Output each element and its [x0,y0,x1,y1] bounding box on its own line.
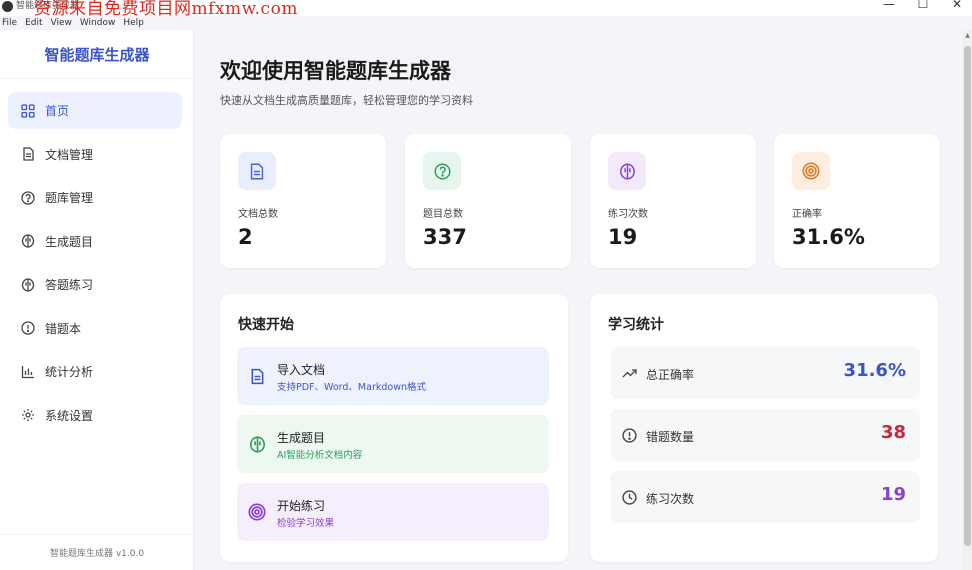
gear-icon [20,407,36,423]
divider [0,534,194,535]
panel-title: 学习统计 [608,317,664,333]
maximize-button[interactable]: ☐ [916,0,930,11]
sidebar-item-question-bank[interactable]: 题库管理 [8,179,182,216]
target-icon [792,152,830,190]
learning-stat-value: 31.6% [843,360,906,381]
sidebar-item-label: 答题练习 [45,278,94,292]
scroll-up-arrow-icon[interactable]: ▲ [963,32,972,39]
menu-edit[interactable]: Edit [25,16,42,30]
quick-start-title: 生成题目 [277,431,326,445]
version-label: 智能题库生成器 v1.0.0 [49,549,145,559]
main-content: 欢迎使用智能题库生成器 快速从文档生成高质量题库，轻松管理您的学习资料 文档总数… [195,30,972,570]
sidebar-item-home[interactable]: 首页 [8,92,182,129]
quick-start-desc: AI智能分析文档内容 [277,450,363,461]
sidebar-item-documents[interactable]: 文档管理 [8,136,182,173]
learning-stat-label: 错题数量 [646,430,695,444]
stat-card-questions: 题目总数 337 [405,134,571,268]
target-icon [247,502,267,522]
scroll-thumb[interactable] [964,46,971,546]
title-bar: 智能题库生成器 资源来自免费项目网mfxmw.com — ☐ ✕ [0,0,972,19]
trend-up-icon [620,364,638,382]
sidebar-item-label: 错题本 [45,321,82,336]
app-icon [2,1,13,12]
quick-start-import-document[interactable]: 导入文档 支持PDF、Word、Markdown格式 [237,347,549,405]
app-brand: 智能题库生成器 [44,46,150,64]
quick-start-generate-questions[interactable]: 生成题目 AI智能分析文档内容 [237,415,549,473]
stat-label: 练习次数 [608,209,648,220]
quick-start-desc: 支持PDF、Word、Markdown格式 [277,382,426,393]
menu-window[interactable]: Window [80,16,116,30]
stat-label: 正确率 [792,209,822,220]
learning-stats-panel: 学习统计 总正确率 31.6% 错题数量 38 练习次数 19 [590,294,938,562]
learning-stat-value: 38 [880,422,906,443]
alert-icon [620,426,638,444]
sidebar-item-label: 文档管理 [45,147,94,162]
quick-start-title: 导入文档 [277,363,326,377]
brain-icon [247,434,267,454]
sidebar-item-generate[interactable]: 生成题目 [8,223,182,260]
sidebar-item-wrong-answers[interactable]: 错题本 [8,310,182,347]
quick-start-panel: 快速开始 导入文档 支持PDF、Word、Markdown格式 生成题目 AI智… [220,294,568,562]
bar-chart-icon [20,364,36,380]
stat-value: 337 [423,225,467,249]
document-icon [247,366,267,386]
learning-stat-practice-count: 练习次数 19 [610,471,920,523]
question-icon [20,190,36,206]
stat-card-accuracy: 正确率 31.6% [774,134,940,268]
brain-icon [608,152,646,190]
stat-label: 文档总数 [238,209,278,220]
dashboard-icon [20,103,36,119]
page-subtitle: 快速从文档生成高质量题库，轻松管理您的学习资料 [220,94,473,107]
menu-help[interactable]: Help [123,16,144,30]
minimize-button[interactable]: — [882,0,896,11]
sidebar-nav: 首页 文档管理 题库管理 生成题目 答题练习 错题本 统计分析 系统设置 [8,92,182,440]
brain-icon [20,277,36,293]
stat-value: 19 [608,225,638,249]
sidebar-item-settings[interactable]: 系统设置 [8,397,182,434]
menu-file[interactable]: File [2,16,17,30]
sidebar-item-label: 题库管理 [45,191,94,205]
sidebar-item-label: 统计分析 [45,365,94,379]
sidebar-item-label: 生成题目 [45,234,94,249]
learning-stat-wrong-count: 错题数量 38 [610,409,920,461]
stat-value: 31.6% [792,225,865,249]
sidebar-item-practice[interactable]: 答题练习 [8,266,182,303]
vertical-scrollbar[interactable]: ▲ [963,30,972,570]
learning-stat-label: 练习次数 [646,492,695,506]
sidebar-item-label: 首页 [45,104,70,118]
quick-start-practice[interactable]: 开始练习 检验学习效果 [237,483,549,541]
stat-card-documents: 文档总数 2 [220,134,386,268]
stat-value: 2 [238,225,253,249]
menu-bar: File Edit View Window Help [0,16,144,30]
alert-icon [20,320,36,336]
quick-start-title: 开始练习 [277,499,326,513]
page-title: 欢迎使用智能题库生成器 [220,59,451,83]
brain-icon [20,233,36,249]
stat-label: 题目总数 [423,209,463,220]
question-icon [423,152,461,190]
learning-stat-value: 19 [880,484,906,505]
sidebar: 智能题库生成器 首页 文档管理 题库管理 生成题目 答题练习 错题本 统计分析 … [0,30,194,570]
sidebar-item-label: 系统设置 [45,408,94,423]
document-icon [20,146,36,162]
learning-stat-label: 总正确率 [646,368,695,382]
menu-view[interactable]: View [51,16,72,30]
panel-title: 快速开始 [238,317,294,333]
stat-card-practice: 练习次数 19 [590,134,756,268]
learning-stat-accuracy: 总正确率 31.6% [610,347,920,399]
clock-icon [620,488,638,506]
document-icon [238,152,276,190]
close-button[interactable]: ✕ [950,0,964,11]
quick-start-desc: 检验学习效果 [277,518,335,529]
divider [0,78,194,79]
sidebar-item-statistics[interactable]: 统计分析 [8,353,182,390]
